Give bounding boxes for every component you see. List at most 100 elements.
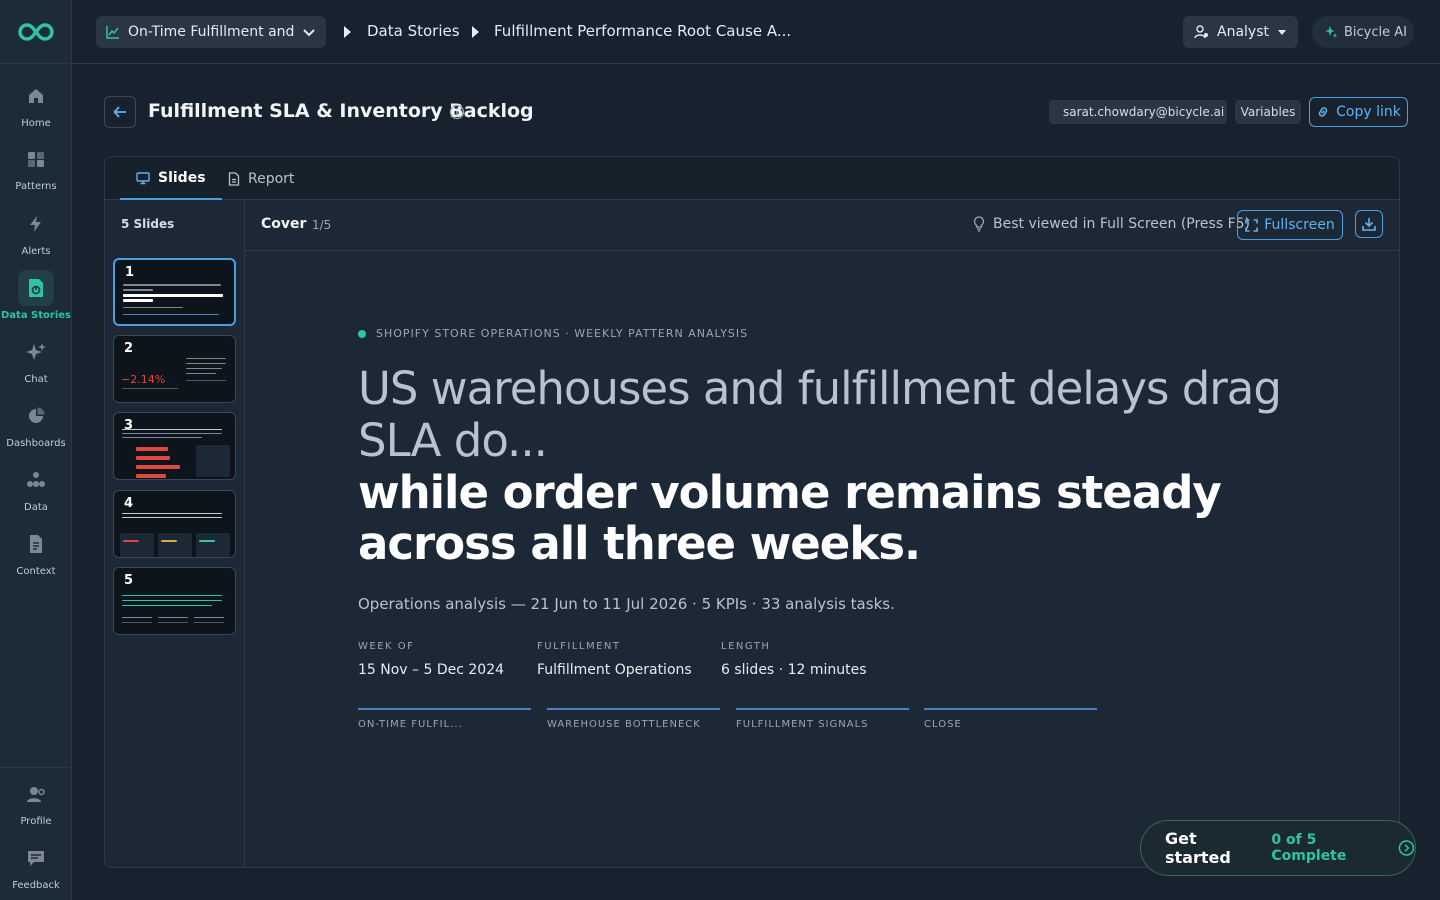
thumb-text-line: [194, 617, 224, 618]
profile-icon: [18, 776, 54, 812]
slide-thumb-number: 3: [124, 418, 134, 433]
sidebar-item-dashboards[interactable]: Dashboards: [0, 398, 72, 449]
sparkle-icon: [18, 334, 54, 370]
slide-thumb-number: 4: [124, 496, 134, 511]
thumb-kpi-card: [158, 533, 192, 557]
sidebar-item-data[interactable]: Data: [0, 462, 72, 513]
link-icon: [1318, 107, 1328, 117]
thumb-text-line: [122, 605, 212, 606]
thumb-text-line: [122, 517, 222, 518]
report-icon: [228, 171, 240, 186]
copy-link-label: Copy link: [1336, 104, 1401, 120]
sidebar-divider: [0, 767, 72, 768]
bicycle-ai-label: Bicycle AI: [1344, 24, 1407, 40]
bicycle-logo-icon: [17, 22, 54, 41]
thumb-text-line: [122, 429, 222, 430]
slide-thumb-2[interactable]: 2 −2.14%: [113, 335, 236, 403]
breadcrumb-data-stories[interactable]: Data Stories: [367, 22, 460, 40]
thumb-chart-bar: [136, 465, 180, 469]
owner-badge: sarat.chowdary@bicycle.ai: [1049, 100, 1227, 124]
sidebar: Home Patterns Alerts Data Stories Chat D…: [0, 0, 72, 900]
thumb-chart-bar: [136, 456, 170, 460]
cover-subtitle: Operations analysis — 21 Jun to 11 Jul 2…: [358, 595, 895, 613]
info-icon[interactable]: [449, 104, 465, 120]
thumb-text-line: [122, 595, 222, 596]
sidebar-item-profile[interactable]: Profile: [0, 776, 72, 827]
bicycle-ai-button[interactable]: Bicycle AI: [1312, 16, 1414, 48]
kicker-text: SHOPIFY STORE OPERATIONS · WEEKLY PATTER…: [376, 327, 749, 340]
slide-thumb-number: 1: [125, 265, 135, 280]
meta-value: Fulfillment Operations: [537, 662, 692, 678]
thumb-kpi-value: −2.14%: [121, 373, 166, 386]
home-icon: [18, 78, 54, 114]
slides-count: 5 Slides: [121, 217, 175, 231]
thumb-kpi-value: [199, 540, 215, 542]
download-button[interactable]: [1355, 210, 1383, 238]
thumb-text-line: [186, 380, 226, 381]
line-chart-icon: [106, 26, 119, 39]
agenda-step: WAREHOUSE BOTTLENECK: [547, 708, 720, 730]
sidebar-item-data-stories[interactable]: Data Stories: [0, 270, 72, 321]
app-logo[interactable]: [0, 0, 71, 64]
tab-label: Report: [248, 170, 295, 187]
tab-label: Slides: [158, 169, 206, 186]
pie-icon: [18, 398, 54, 434]
data-icon: [18, 462, 54, 498]
copy-link-button[interactable]: Copy link: [1309, 97, 1408, 127]
sidebar-item-context[interactable]: Context: [0, 526, 72, 577]
slide-title: Cover: [261, 216, 307, 232]
sidebar-item-label: Home: [21, 118, 51, 129]
slide-position: 1/5: [312, 218, 332, 232]
sidebar-item-label: Patterns: [15, 181, 57, 192]
thumb-text-line: [186, 358, 226, 359]
story-select-dropdown[interactable]: On-Time Fulfillment and ...: [96, 16, 326, 48]
thumb-text-line: [123, 289, 153, 291]
variables-button[interactable]: Variables: [1235, 100, 1301, 124]
sidebar-item-label: Dashboards: [6, 438, 66, 449]
slide-thumb-number: 5: [124, 573, 134, 588]
sidebar-item-label: Alerts: [21, 246, 51, 257]
get-started-title: Get started: [1165, 829, 1231, 867]
fullscreen-button[interactable]: Fullscreen: [1237, 210, 1343, 240]
back-button[interactable]: [104, 96, 136, 128]
thumb-text-line: [158, 622, 188, 623]
headline-light: US warehouses and fulfillment delays dra…: [358, 362, 1282, 467]
sidebar-item-label: Feedback: [12, 880, 60, 891]
thumb-text-line: [122, 617, 152, 618]
caret-down-icon: [1278, 30, 1286, 35]
sidebar-item-home[interactable]: Home: [0, 78, 72, 129]
story-select-label: On-Time Fulfillment and ...: [128, 24, 294, 40]
get-started-widget[interactable]: Get started 0 of 5 Complete: [1140, 820, 1416, 876]
owner-email: sarat.chowdary@bicycle.ai: [1063, 105, 1225, 119]
slide-thumb-4[interactable]: 4: [113, 490, 236, 558]
slide-thumb-3[interactable]: 3: [113, 412, 236, 480]
thumb-text-line: [123, 314, 219, 315]
feedback-icon: [18, 840, 54, 876]
thumb-kpi-card: [196, 533, 230, 557]
tab-slides[interactable]: Slides: [120, 157, 222, 200]
data-stories-icon: [18, 270, 54, 306]
user-settings-icon: [1194, 25, 1208, 39]
patterns-icon: [18, 141, 54, 177]
breadcrumb-current-story[interactable]: Fulfillment Performance Root Cause A...: [494, 22, 791, 40]
sidebar-item-chat[interactable]: Chat: [0, 334, 72, 385]
thumb-text-line: [158, 617, 188, 618]
breadcrumb-arrow-icon: [344, 26, 351, 38]
sidebar-item-alerts[interactable]: Alerts: [0, 206, 72, 257]
chevron-down-icon: [303, 29, 315, 37]
thumb-text-line: [123, 299, 153, 302]
agenda-step: ON-TIME FULFIL...: [358, 708, 531, 730]
download-icon: [1362, 218, 1376, 231]
meta-label: LENGTH: [721, 641, 771, 652]
page-title: Fulfillment SLA & Inventory Backlog: [148, 100, 534, 122]
sidebar-item-patterns[interactable]: Patterns: [0, 141, 72, 192]
slide-thumb-5[interactable]: 5: [113, 567, 236, 635]
role-select-dropdown[interactable]: Analyst: [1183, 16, 1298, 48]
meta-value: 15 Nov – 5 Dec 2024: [358, 662, 505, 678]
thumb-text-line: [186, 373, 216, 374]
tab-report[interactable]: Report: [212, 157, 310, 200]
headline-bold: while order volume remains steady across…: [358, 466, 1222, 570]
sidebar-item-feedback[interactable]: Feedback: [0, 840, 72, 891]
thumb-kpi-value: [161, 540, 177, 542]
slide-thumb-1[interactable]: 1: [113, 258, 236, 326]
